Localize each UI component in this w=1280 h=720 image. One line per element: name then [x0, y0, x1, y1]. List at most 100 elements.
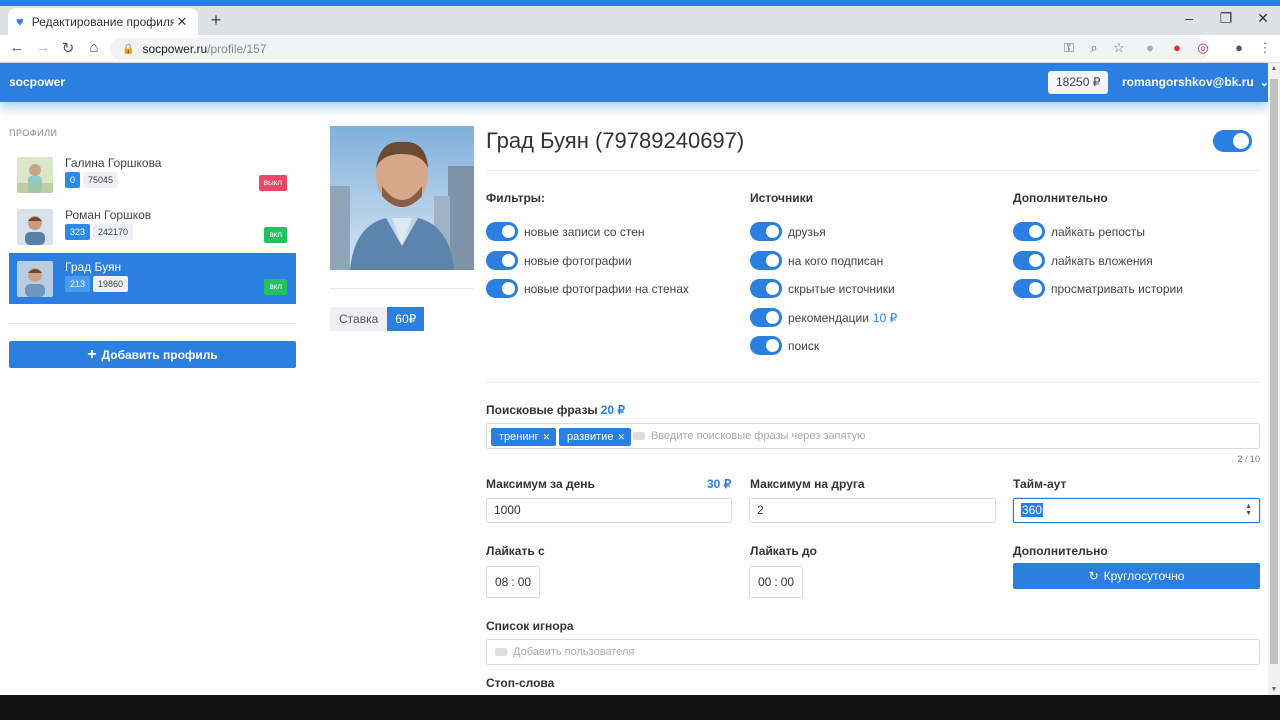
tag-icon — [633, 432, 645, 440]
minutes[interactable]: 00 — [518, 575, 531, 589]
scroll-up-icon[interactable]: ▲ — [1268, 65, 1280, 72]
browser-tabbar: ♥ Редактирование профиля ✕ + – ❐ ✕ — [0, 6, 1280, 35]
app-header: socpower 18250 ₽ romangorshkov@bk.ru ⌄ — [0, 63, 1269, 102]
toggle-switch[interactable] — [750, 279, 782, 298]
toggle-switch[interactable] — [1013, 279, 1045, 298]
browser-menu-icon[interactable]: ⋮ — [1256, 40, 1274, 56]
user-email: romangorshkov@bk.ru — [1122, 75, 1254, 89]
back-icon[interactable]: ← — [7, 39, 27, 56]
scroll-down-icon[interactable]: ▼ — [1268, 686, 1280, 693]
status-badge: вкл — [264, 227, 287, 243]
hours[interactable]: 00 — [758, 575, 771, 589]
ignore-placeholder: Добавить пользователя — [495, 646, 634, 658]
around-the-clock-button[interactable]: ↻ Круглосуточно — [1013, 563, 1260, 589]
url-host: socpower.ru — [142, 42, 208, 56]
search-phrases-input[interactable]: тренинг ✕ развитие ✕ Введите поисковые фра… — [486, 423, 1260, 449]
extra-like-attachments-toggle[interactable]: лайкать вложения — [1013, 251, 1153, 270]
minimize-icon[interactable]: – — [1174, 10, 1204, 26]
filter-wall-photos-toggle[interactable]: новые фотографии на стенах — [486, 279, 689, 298]
toggle-switch[interactable] — [750, 222, 782, 241]
like-to-time-input[interactable]: 00:00 — [749, 566, 804, 598]
yandex-extension-icon[interactable]: ● — [1168, 40, 1186, 55]
tab-close-icon[interactable]: ✕ — [174, 14, 190, 30]
key-icon[interactable]: ⚿ — [1060, 40, 1078, 56]
new-tab-icon[interactable]: + — [206, 10, 226, 31]
home-icon[interactable]: ⌂ — [84, 39, 104, 56]
extension-icon[interactable]: ● — [1141, 40, 1159, 55]
toggle-switch[interactable] — [750, 251, 782, 270]
brand-logo[interactable]: socpower — [9, 75, 65, 89]
phrase-count: 2 / 10 — [1237, 454, 1260, 464]
minutes[interactable]: 00 — [781, 575, 794, 589]
extra-like-reposts-toggle[interactable]: лайкать репосты — [1013, 222, 1145, 241]
profile-total-badge: 75045 — [83, 172, 119, 188]
toggle-switch[interactable] — [486, 279, 518, 298]
like-from-time-input[interactable]: 08:00 — [486, 566, 541, 598]
profile-total-badge: 242170 — [93, 224, 134, 240]
instagram-extension-icon[interactable]: ◎ — [1194, 40, 1212, 56]
timeout-label: Тайм-аут — [1013, 477, 1067, 491]
filter-new-photos-toggle[interactable]: новые фотографии — [486, 251, 632, 270]
star-icon[interactable]: ☆ — [1110, 40, 1128, 56]
toggle-label: поиск — [788, 338, 820, 353]
ignore-list-label: Список игнора — [486, 619, 574, 633]
balance-badge: 18250 ₽ — [1048, 71, 1109, 94]
profile-name: Галина Горшкова — [65, 156, 162, 170]
window-close-icon[interactable]: ✕ — [1248, 10, 1278, 27]
toggle-label: новые фотографии — [524, 253, 632, 268]
toggle-switch[interactable] — [486, 222, 518, 241]
toggle-label: скрытые источники — [788, 281, 895, 296]
status-badge: выкл — [258, 175, 287, 191]
source-hidden-toggle[interactable]: скрытые источники — [750, 279, 895, 298]
url-path: /profile/157 — [207, 42, 267, 56]
like-from-label: Лайкать с — [486, 544, 545, 558]
max-friend-input[interactable]: 2 — [749, 498, 996, 523]
phrase-tag[interactable]: развитие ✕ — [559, 428, 631, 446]
address-bar[interactable]: 🔒 socpower.ru /profile/157 — [110, 38, 1210, 60]
profile-item[interactable]: Галина Горшкова 0 75045 выкл — [9, 149, 296, 200]
source-friends-toggle[interactable]: друзья — [750, 222, 826, 241]
source-search-toggle[interactable]: поиск — [750, 336, 819, 355]
forward-icon[interactable]: → — [33, 39, 53, 56]
add-profile-button[interactable]: + Добавить профиль — [9, 341, 296, 368]
ignore-list-input[interactable]: Добавить пользователя — [486, 639, 1260, 665]
scrollbar-thumb[interactable] — [1270, 79, 1278, 664]
filter-wall-posts-toggle[interactable]: новые записи со стен — [486, 222, 645, 241]
heart-favicon-icon: ♥ — [16, 14, 24, 29]
remove-tag-icon[interactable]: ✕ — [617, 432, 625, 442]
source-following-toggle[interactable]: на кого подписан — [750, 251, 883, 270]
spinner-icon[interactable]: ▲ ▼ — [1245, 503, 1252, 517]
timeout-input[interactable]: 360 ▲ ▼ — [1013, 498, 1260, 523]
browser-tab[interactable]: ♥ Редактирование профиля ✕ — [8, 8, 198, 35]
search-phrases-placeholder: Введите поисковые фразы через запятую — [633, 430, 865, 442]
page-scrollbar[interactable]: ▲ ▼ — [1268, 63, 1280, 695]
plus-icon: + — [87, 345, 97, 363]
toggle-switch[interactable] — [750, 336, 782, 355]
profile-item[interactable]: Роман Горшков 323 242170 вкл — [9, 201, 296, 252]
phrase-tag[interactable]: тренинг ✕ — [491, 428, 557, 446]
remove-tag-icon[interactable]: ✕ — [543, 432, 551, 442]
extra-view-stories-toggle[interactable]: просматривать истории — [1013, 279, 1183, 298]
profile-enabled-toggle[interactable] — [1213, 130, 1252, 152]
button-label: Круглосуточно — [1103, 569, 1185, 583]
profile-item-active[interactable]: Град Буян 213 19860 вкл — [9, 253, 296, 304]
add-profile-label: Добавить профиль — [101, 347, 218, 362]
toggle-switch[interactable] — [750, 308, 782, 327]
source-recommendations-toggle[interactable]: рекомендации 10 ₽ — [750, 308, 897, 327]
divider — [486, 170, 1260, 171]
toggle-switch[interactable] — [1013, 222, 1045, 241]
profile-avatar-icon[interactable]: ● — [1230, 40, 1248, 55]
zoom-icon[interactable]: ⌕ — [1085, 40, 1103, 56]
user-menu[interactable]: romangorshkov@bk.ru ⌄ — [1122, 75, 1269, 89]
restore-icon[interactable]: ❐ — [1211, 10, 1241, 27]
hours[interactable]: 08 — [495, 575, 508, 589]
toggle-label: новые фотографии на стенах — [524, 281, 689, 296]
price-tag: 10 ₽ — [872, 310, 898, 325]
max-day-input[interactable]: 1000 — [486, 498, 732, 523]
toggle-label: на кого подписан — [788, 253, 884, 268]
reload-icon[interactable]: ↻ — [58, 39, 78, 57]
toggle-switch[interactable] — [1013, 251, 1045, 270]
toggle-switch[interactable] — [486, 251, 518, 270]
like-to-label: Лайкать до — [750, 544, 817, 558]
max-friend-label: Максимум на друга — [750, 477, 865, 491]
